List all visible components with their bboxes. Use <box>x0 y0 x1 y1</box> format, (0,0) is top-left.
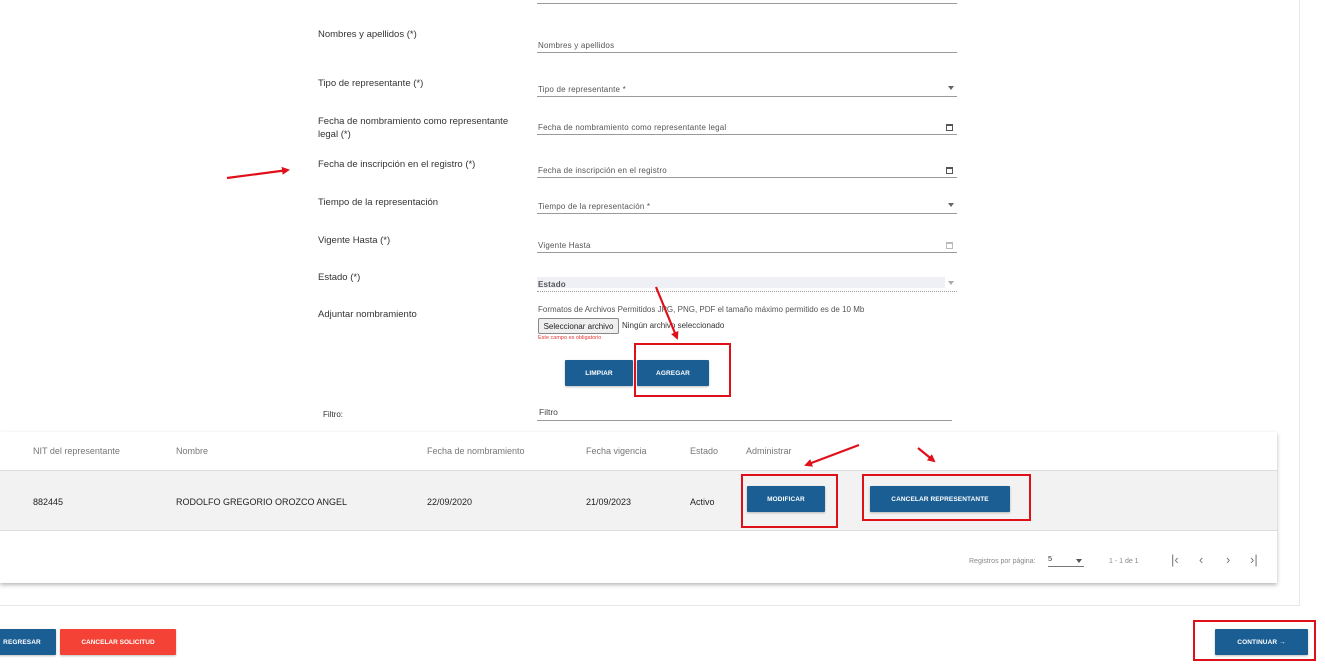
header-administrar: Administrar <box>746 446 792 456</box>
nombres-input[interactable]: Nombres y apellidos <box>537 37 957 53</box>
header-estado: Estado <box>690 446 719 456</box>
estado-select: Estado <box>537 276 957 292</box>
chevron-down-icon <box>948 86 954 90</box>
per-page-value: 5 <box>1048 554 1053 563</box>
cell-estado: Activo <box>690 497 715 507</box>
header-nit: NIT del representante <box>33 446 120 456</box>
file-error-text: Este campo es obligatorio <box>538 335 602 341</box>
per-page-select[interactable]: 5 <box>1048 554 1084 567</box>
tiempo-placeholder: Tiempo de la representación * <box>538 202 651 211</box>
header-fecha-vigencia: Fecha vigencia <box>586 446 647 456</box>
cell-fecha-nombramiento: 22/09/2020 <box>427 497 473 507</box>
cell-fecha-vigencia: 21/09/2023 <box>586 497 632 507</box>
chevron-down-icon <box>948 281 954 285</box>
last-page-icon[interactable]: ›| <box>1250 552 1258 567</box>
table-row: 882445 RODOLFO GREGORIO OROZCO ANGEL 22/… <box>0 470 1277 531</box>
per-page-label: Registros por página: <box>969 558 1036 565</box>
adjuntar-label: Adjuntar nombramiento <box>318 309 417 320</box>
regresar-button[interactable]: REGRESAR <box>0 629 56 655</box>
estado-placeholder: Estado <box>538 280 566 289</box>
fecha-nombramiento-input[interactable]: Fecha de nombramiento como representante… <box>537 119 957 135</box>
chevron-down-icon <box>1076 559 1082 563</box>
tiempo-label: Tiempo de la representación <box>318 197 439 208</box>
prev-page-icon[interactable]: ‹ <box>1199 552 1203 567</box>
limpiar-button[interactable]: LIMPIAR <box>565 360 633 386</box>
previous-field-underline <box>537 3 957 4</box>
file-formats-note: Formatos de Archivos Permitidos JPG, PNG… <box>538 305 865 314</box>
tipo-label: Tipo de representante (*) <box>318 78 424 89</box>
calendar-icon[interactable] <box>946 167 953 174</box>
cell-nit: 882445 <box>33 497 64 507</box>
fecha-inscripcion-label: Fecha de inscripción en el registro (*) <box>318 159 476 170</box>
estado-label: Estado (*) <box>318 272 361 283</box>
fecha-nombramiento-placeholder: Fecha de nombramiento como representante… <box>538 123 727 132</box>
cancelar-representante-button[interactable]: CANCELAR REPRESENTANTE <box>870 486 1010 512</box>
vigente-placeholder: Vigente Hasta <box>538 241 591 250</box>
nombres-label: Nombres y apellidos (*) <box>318 29 417 40</box>
tipo-placeholder: Tipo de representante * <box>538 85 626 94</box>
tipo-select[interactable]: Tipo de representante * <box>537 81 957 97</box>
fecha-nombramiento-label: Fecha de nombramiento como representante… <box>318 116 509 140</box>
agregar-button[interactable]: AGREGAR <box>637 360 709 386</box>
calendar-icon[interactable] <box>946 124 953 131</box>
cancelar-solicitud-button[interactable]: CANCELAR SOLICITUD <box>60 629 176 655</box>
first-page-icon[interactable]: |‹ <box>1171 552 1179 567</box>
vigente-label: Vigente Hasta (*) <box>318 235 391 246</box>
cell-nombre: RODOLFO GREGORIO OROZCO ANGEL <box>176 497 348 507</box>
fecha-inscripcion-input[interactable]: Fecha de inscripción en el registro <box>537 162 957 178</box>
vigente-input: Vigente Hasta <box>537 237 957 253</box>
continuar-button[interactable]: CONTINUAR → <box>1215 629 1308 655</box>
modificar-button[interactable]: MODIFICAR <box>747 486 825 512</box>
representatives-table: NIT del representante Nombre Fecha de no… <box>0 432 1277 583</box>
next-page-icon[interactable]: › <box>1226 552 1230 567</box>
select-file-button[interactable]: Seleccionar archivo <box>538 318 619 334</box>
filter-placeholder: Filtro <box>539 407 558 417</box>
page-range: 1 - 1 de 1 <box>1109 558 1139 565</box>
estado-disabled-shade <box>537 277 945 288</box>
tiempo-select[interactable]: Tiempo de la representación * <box>537 198 957 214</box>
filter-input[interactable]: Filtro <box>537 405 952 421</box>
calendar-icon <box>946 242 953 249</box>
nombres-placeholder: Nombres y apellidos <box>538 41 615 50</box>
header-fecha-nombramiento: Fecha de nombramiento <box>427 446 525 456</box>
chevron-down-icon <box>948 203 954 207</box>
header-nombre: Nombre <box>176 446 209 456</box>
file-none-text: Ningún archivo seleccionado <box>622 321 725 330</box>
fecha-inscripcion-placeholder: Fecha de inscripción en el registro <box>538 166 667 175</box>
filter-label: Filtro: <box>323 410 343 419</box>
